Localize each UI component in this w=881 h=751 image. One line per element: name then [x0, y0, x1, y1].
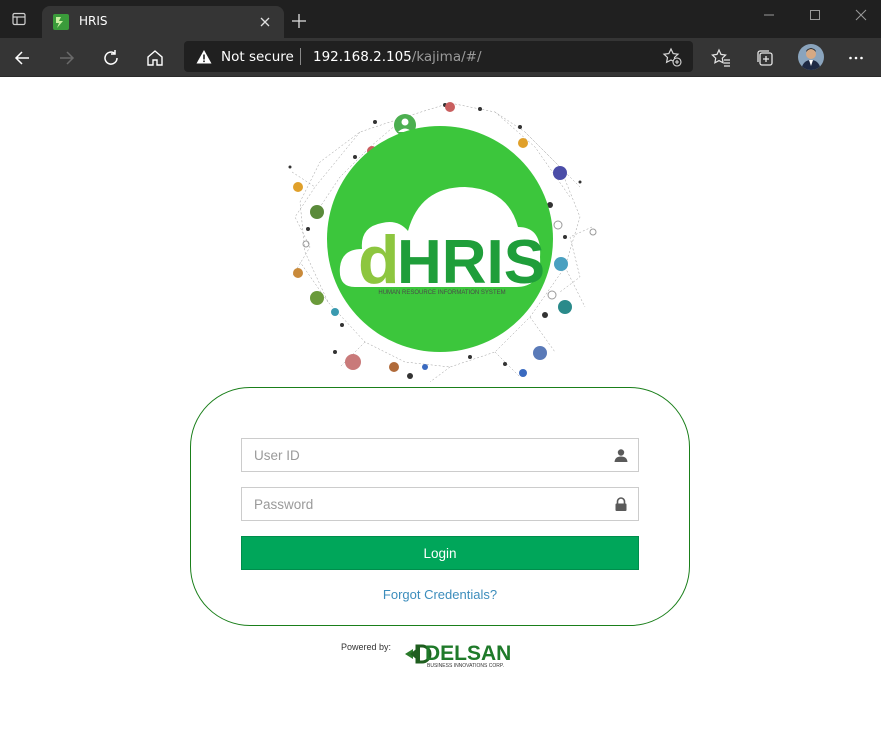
user-id-field[interactable] [241, 438, 639, 472]
tab-actions-icon [12, 12, 26, 26]
more-icon [849, 56, 863, 60]
password-field[interactable] [241, 487, 639, 521]
home-icon [147, 50, 163, 66]
favorites-icon [711, 48, 730, 67]
new-tab-button[interactable] [288, 10, 310, 32]
address-divider [300, 48, 301, 65]
maximize-icon [810, 10, 820, 20]
tab-close-button[interactable] [257, 14, 273, 30]
delsan-logo: DELSAN BUSINESS INNOVATIONS CORP. [404, 640, 536, 670]
security-status-label[interactable]: Not secure [221, 49, 294, 65]
user-id-input[interactable] [242, 439, 638, 471]
logo-d: d [358, 222, 400, 298]
url-text[interactable]: 192.168.2.105/kajima/#/ [313, 49, 482, 65]
url-path: /kajima/#/ [411, 49, 482, 65]
dhris-logo: d HRIS HUMAN RESOURCE INFORMATION SYSTEM [280, 87, 610, 383]
powered-by-label: Powered by: [341, 642, 392, 652]
password-input[interactable] [242, 488, 638, 520]
favorites-button[interactable] [705, 42, 737, 74]
forgot-credentials-link[interactable]: Forgot Credentials? [191, 587, 689, 602]
back-button[interactable] [6, 42, 38, 74]
login-card: Login Forgot Credentials? [190, 387, 690, 626]
maximize-button[interactable] [792, 0, 838, 30]
lock-icon [615, 497, 627, 511]
tab-actions-button[interactable] [0, 0, 38, 38]
tab-strip: HRIS [0, 0, 881, 38]
forward-arrow-icon [60, 51, 75, 65]
delsan-name: DELSAN [425, 642, 511, 665]
logo-hris: HRIS [397, 228, 545, 297]
app-favicon-icon [53, 14, 69, 30]
page-content: d HRIS HUMAN RESOURCE INFORMATION SYSTEM… [0, 77, 881, 751]
warning-icon [196, 50, 212, 64]
minimize-icon [764, 14, 774, 16]
more-button[interactable] [840, 42, 872, 74]
minimize-button[interactable] [746, 0, 792, 30]
window-close-button[interactable] [838, 0, 881, 30]
close-icon [260, 17, 270, 27]
refresh-button[interactable] [95, 42, 127, 74]
active-tab[interactable]: HRIS [42, 6, 284, 38]
tab-title: HRIS [79, 14, 108, 28]
collections-button[interactable] [749, 42, 781, 74]
address-bar[interactable]: Not secure 192.168.2.105/kajima/#/ [184, 41, 693, 72]
user-icon [614, 449, 628, 462]
refresh-icon [104, 50, 118, 65]
logo-tagline: HUMAN RESOURCE INFORMATION SYSTEM [378, 290, 505, 296]
window-close-icon [855, 9, 867, 21]
login-button[interactable]: Login [241, 536, 639, 570]
add-favorite-icon[interactable] [662, 47, 682, 67]
browser-toolbar: Not secure 192.168.2.105/kajima/#/ [0, 38, 881, 77]
delsan-tagline: BUSINESS INNOVATIONS CORP. [427, 663, 504, 669]
collections-icon [757, 50, 773, 66]
profile-avatar[interactable] [798, 44, 824, 70]
url-host: 192.168.2.105 [313, 49, 412, 65]
forward-button[interactable] [51, 42, 83, 74]
home-button[interactable] [139, 42, 171, 74]
back-arrow-icon [14, 51, 29, 65]
plus-icon [292, 14, 306, 28]
